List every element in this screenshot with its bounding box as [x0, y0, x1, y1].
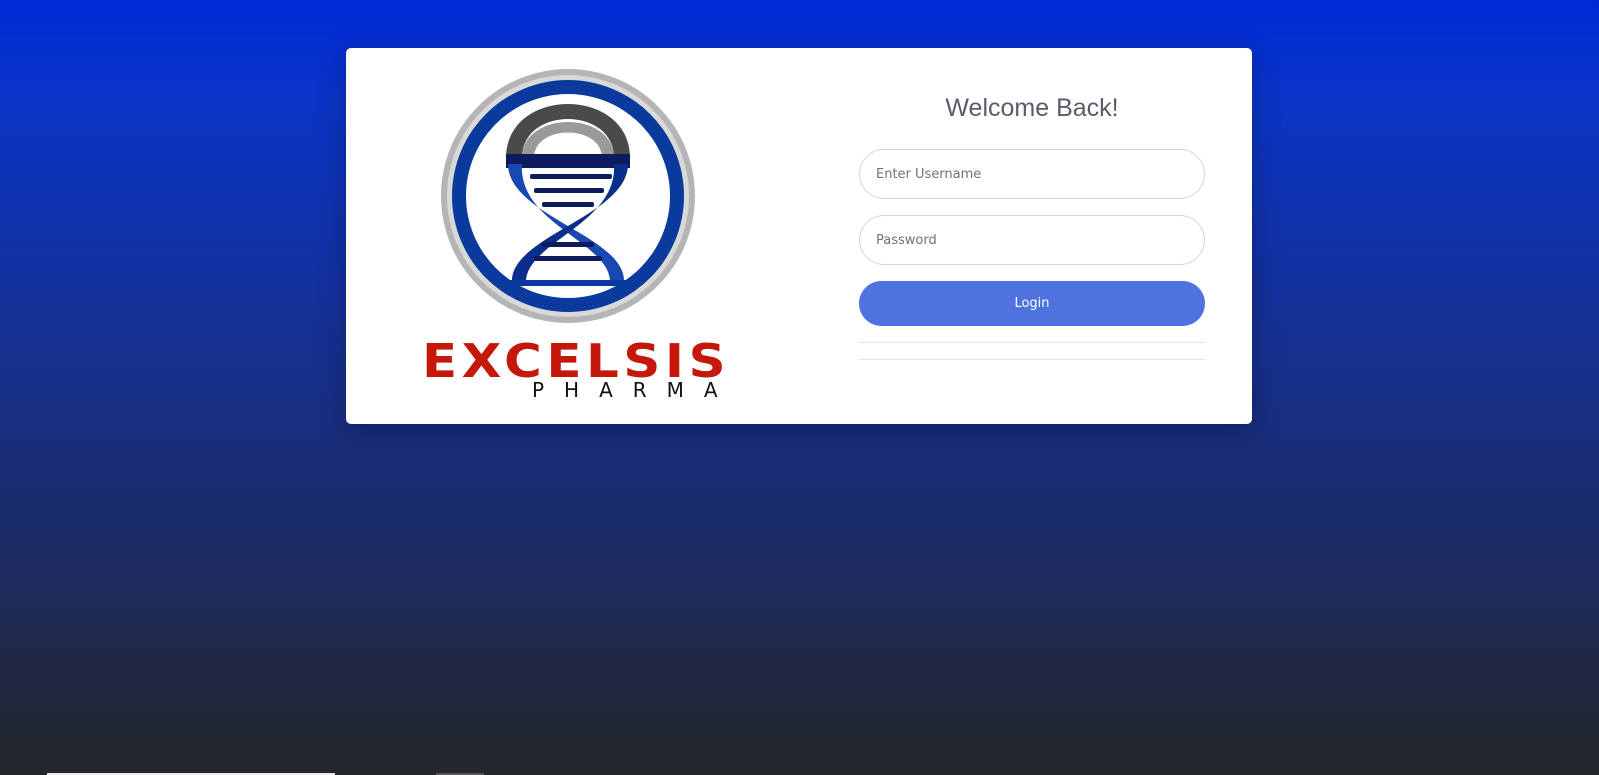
- login-button[interactable]: Login: [859, 281, 1205, 326]
- brand-tagline: PHARMA: [532, 378, 738, 402]
- divider: [859, 342, 1205, 343]
- divider: [859, 359, 1205, 360]
- username-input[interactable]: [859, 149, 1205, 199]
- dna-helix-icon: [441, 69, 695, 323]
- page-title: Welcome Back!: [945, 94, 1119, 122]
- brand-logo: EXCELSIS PHARMA: [346, 48, 799, 424]
- password-input[interactable]: [859, 215, 1205, 265]
- login-card: EXCELSIS PHARMA Welcome Back! Login: [346, 48, 1252, 424]
